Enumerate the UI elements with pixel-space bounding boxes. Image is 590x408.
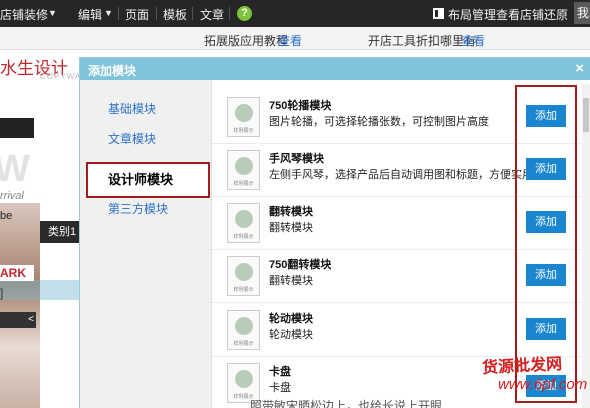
- brand-label: ARK: [0, 265, 34, 281]
- add-module-button[interactable]: 添加: [526, 211, 566, 233]
- thumbnail-caption: 样例展示: [233, 181, 254, 187]
- notice-bar: 拓展版应用教程 查看 开店工具折扣哪里有 查看: [0, 27, 590, 50]
- module-thumbnail: 样例展示: [227, 97, 260, 137]
- photo-caption: be: [0, 210, 13, 222]
- image-placeholder-icon: [235, 370, 253, 388]
- module-thumbnail: 样例展示: [227, 310, 260, 350]
- tab-designer-modules[interactable]: 设计师模块: [86, 162, 210, 198]
- edit-menu[interactable]: 编辑: [78, 6, 102, 23]
- tutorial-notice: 拓展版应用教程: [204, 34, 289, 48]
- tab-basic-modules[interactable]: 基础模块: [80, 94, 212, 124]
- module-title: 卡盘: [269, 366, 291, 378]
- toolbar-divider: [156, 7, 157, 20]
- image-placeholder-icon: [235, 317, 253, 335]
- store-decor-menu[interactable]: 店铺装修: [0, 6, 48, 23]
- module-title: 轮动模块: [269, 313, 313, 325]
- module-thumbnail: 样例展示: [227, 150, 260, 190]
- layout-manage-button[interactable]: 布局管理: [448, 6, 496, 23]
- view-store-button[interactable]: 查看店铺: [496, 6, 544, 23]
- toolbar-divider: [118, 7, 119, 20]
- module-thumbnail: 样例展示: [227, 256, 260, 296]
- help-icon[interactable]: ?: [237, 6, 252, 21]
- store-page-background: 水生设计 COPYWATE W rrival be 类别1 ARK ] <: [0, 50, 80, 408]
- banner-subheading: rrival: [0, 190, 24, 202]
- store-logo-subtext: COPYWATE: [40, 72, 80, 81]
- layout-icon[interactable]: [433, 8, 444, 19]
- module-list-scrollbar[interactable]: [582, 84, 590, 408]
- image-placeholder-icon: [235, 210, 253, 228]
- module-description: 卡盘: [269, 382, 291, 394]
- tool-notice: 开店工具折扣哪里有: [368, 34, 477, 48]
- image-placeholder-icon: [235, 263, 253, 281]
- toolbar-divider: [229, 7, 230, 20]
- category-tab[interactable]: 类别1: [40, 221, 80, 243]
- add-module-button[interactable]: 添加: [526, 158, 566, 180]
- top-toolbar: 店铺装修 ▼ 编辑 ▼ 页面 模板 文章 ? 布局管理 查看店铺 还原 我: [0, 0, 590, 27]
- dialog-header: 添加模块 ×: [80, 58, 590, 80]
- tab-third-party-modules[interactable]: 第三方模块: [80, 194, 212, 224]
- watermark-url: www.6pf.com: [498, 376, 588, 393]
- module-thumbnail: 样例展示: [227, 203, 260, 243]
- article-menu[interactable]: 文章: [200, 6, 224, 23]
- chevron-down-icon[interactable]: ▼: [104, 8, 113, 18]
- model-photo: [0, 203, 40, 408]
- nav-block: [0, 118, 34, 138]
- add-module-button[interactable]: 添加: [526, 318, 566, 340]
- chevron-down-icon[interactable]: ▼: [48, 8, 57, 18]
- add-module-button[interactable]: 添加: [526, 264, 566, 286]
- module-title: 翻转模块: [269, 206, 313, 218]
- dialog-title: 添加模块: [88, 64, 137, 78]
- toolbar-divider: [192, 7, 193, 20]
- image-placeholder-icon: [235, 157, 253, 175]
- module-description: 翻转模块: [269, 275, 313, 287]
- close-icon[interactable]: ×: [575, 60, 584, 78]
- list-item: 样例展示 轮动模块 轮动模块 添加: [212, 304, 582, 357]
- list-item: 样例展示 手风琴模块 左侧手风琴，选择产品后自动调用图和标题，方便实用 添加: [212, 144, 582, 197]
- page-menu[interactable]: 页面: [125, 6, 149, 23]
- thumbnail-caption: 样例展示: [233, 341, 254, 347]
- banner-strip: [0, 280, 80, 300]
- page-bottom-text: 照带敏宋晒松边上，也给长说上开眼: [250, 399, 443, 408]
- module-category-tabs: 基础模块 文章模块 设计师模块 第三方模块: [80, 80, 212, 408]
- banner-heading: W: [0, 148, 30, 190]
- thumbnail-caption: 样例展示: [233, 234, 254, 240]
- scrollbar-thumb[interactable]: [583, 98, 589, 132]
- watermark-text: 货源批发网: [481, 353, 563, 378]
- module-title: 750轮播模块: [269, 100, 332, 112]
- tool-link[interactable]: 查看: [461, 32, 485, 49]
- restore-button[interactable]: 还原: [544, 6, 568, 23]
- module-title: 手风琴模块: [269, 153, 324, 165]
- module-description: 图片轮播，可选择轮播张数，可控制图片高度: [269, 116, 489, 128]
- module-description: 翻转模块: [269, 222, 313, 234]
- bracket-text: ]: [0, 286, 4, 300]
- add-module-button[interactable]: 添加: [526, 105, 566, 127]
- prev-arrow-button[interactable]: <: [0, 312, 36, 328]
- image-placeholder-icon: [235, 104, 253, 122]
- list-item: 样例展示 翻转模块 翻转模块 添加: [212, 197, 582, 250]
- tutorial-link[interactable]: 查看: [278, 32, 302, 49]
- publish-button[interactable]: 我: [574, 2, 590, 24]
- tab-article-modules[interactable]: 文章模块: [80, 124, 212, 154]
- thumbnail-caption: 样例展示: [233, 287, 254, 293]
- module-description: 轮动模块: [269, 329, 313, 341]
- list-item: 样例展示 750翻转模块 翻转模块 添加: [212, 250, 582, 303]
- thumbnail-caption: 样例展示: [233, 128, 254, 134]
- module-description: 左侧手风琴，选择产品后自动调用图和标题，方便实用: [269, 169, 533, 181]
- list-item: 样例展示 750轮播模块 图片轮播，可选择轮播张数，可控制图片高度 添加: [212, 91, 582, 144]
- module-title: 750翻转模块: [269, 259, 332, 271]
- template-menu[interactable]: 模板: [163, 6, 187, 23]
